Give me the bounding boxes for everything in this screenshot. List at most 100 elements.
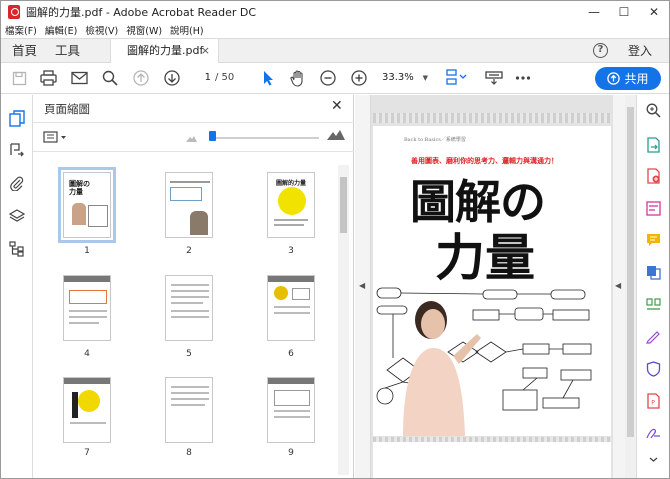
menu-view[interactable]: 檢視(V) — [85, 23, 118, 37]
thumbnail-label: 6 — [288, 349, 294, 359]
panel-options-bar — [33, 122, 354, 152]
close-tab-button[interactable]: × — [201, 39, 210, 63]
read-mode-icon[interactable] — [483, 69, 505, 87]
bookmarks-icon[interactable] — [9, 142, 25, 158]
share-label: 共用 — [624, 72, 649, 86]
previous-page-icon[interactable] — [132, 69, 150, 87]
document-scrollbar[interactable] — [625, 95, 636, 478]
document-tab-label: 圖解的力量.pdf — [127, 44, 204, 57]
thumbnail-page-9[interactable] — [267, 377, 315, 443]
help-icon[interactable]: ? — [593, 43, 608, 58]
minimize-button[interactable]: — — [579, 1, 609, 22]
thumbnail-page-4[interactable] — [63, 275, 111, 341]
cover-title-line-2: 力量 — [435, 229, 535, 287]
thumbnail-label: 4 — [84, 349, 90, 359]
save-icon[interactable] — [10, 69, 28, 87]
structure-tree-icon[interactable] — [9, 241, 25, 257]
panel-title: 頁面縮圖 — [44, 102, 90, 116]
tab-tools[interactable]: 工具 — [55, 39, 80, 63]
thumbnail-page-1[interactable]: 圖解の 力量 — [58, 167, 116, 243]
thumbnail-page-2[interactable] — [165, 172, 213, 238]
thumbnail-page-6[interactable] — [267, 275, 315, 341]
thumbnail-label: 2 — [186, 246, 192, 256]
thumbnail-options-icon[interactable] — [43, 130, 69, 147]
thumbnail-page-3[interactable]: 圖解的力量 — [267, 172, 315, 238]
zoom-out-icon[interactable] — [319, 69, 337, 87]
page-display-icon[interactable] — [444, 69, 468, 87]
page-number-input[interactable]: 1 — [194, 70, 211, 86]
login-button[interactable]: 登入 — [628, 39, 652, 63]
cover-illustration — [376, 287, 592, 436]
scrollbar-thumb[interactable] — [340, 177, 347, 233]
thumbnail-label: 8 — [186, 448, 192, 458]
zoom-in-icon[interactable] — [350, 69, 368, 87]
thumbnail-page-5[interactable] — [165, 275, 213, 341]
zoom-level-dropdown[interactable]: 33.3% ▼ — [382, 70, 430, 86]
request-signature-icon[interactable] — [646, 425, 661, 440]
more-tools-chevron-icon[interactable] — [646, 452, 661, 467]
smaller-thumbnails-icon[interactable] — [186, 132, 197, 145]
thumbnail-page-7[interactable] — [63, 377, 111, 443]
protect-icon[interactable] — [646, 361, 661, 377]
thumbnail-page-8[interactable] — [165, 377, 213, 443]
right-panel-handle[interactable]: ◀ — [613, 95, 625, 478]
collapse-panel-handle[interactable]: ◀ — [355, 95, 371, 478]
compress-pdf-icon[interactable]: P — [646, 393, 661, 409]
hand-tool-icon[interactable] — [289, 69, 307, 87]
next-page-icon[interactable] — [163, 69, 181, 87]
thumbnail-panel-scrollbar[interactable] — [338, 165, 349, 475]
more-tools-icon[interactable] — [514, 69, 532, 87]
tab-row: 首頁 工具 圖解的力量.pdf × ? 登入 — [1, 38, 669, 64]
menu-file[interactable]: 檔案(F) — [5, 23, 37, 37]
tab-document[interactable]: 圖解的力量.pdf × — [110, 39, 219, 64]
close-panel-button[interactable]: ✕ — [331, 98, 343, 114]
page-total-label: / 50 — [215, 72, 235, 83]
cover-subtitle: 善用圖表、磨利你的思考力、邏輯力與溝通力！ — [411, 157, 558, 165]
chevron-left-icon: ◀ — [359, 281, 366, 290]
attachments-icon[interactable] — [9, 175, 25, 192]
find-search-icon[interactable] — [101, 69, 119, 87]
comment-icon[interactable] — [646, 233, 661, 248]
thumbnail-label: 9 — [288, 448, 294, 458]
app-window: 圖解的力量.pdf - Adobe Acrobat Reader DC — ☐ … — [0, 0, 670, 479]
thumbnail-label: 5 — [186, 349, 192, 359]
thumbnail-label: 1 — [84, 246, 90, 256]
select-cursor-icon[interactable] — [259, 69, 277, 87]
menu-window[interactable]: 視窗(W) — [126, 23, 162, 37]
tab-home[interactable]: 首頁 — [12, 39, 37, 63]
export-pdf-icon[interactable] — [646, 137, 661, 153]
pdf-page-2-preview — [373, 442, 611, 478]
page-gap — [373, 113, 611, 123]
share-icon — [607, 72, 621, 85]
edit-pdf-icon[interactable] — [646, 201, 661, 216]
organize-pages-icon[interactable] — [646, 297, 661, 312]
scrollbar-thumb[interactable] — [627, 107, 634, 437]
title-bar: 圖解的力量.pdf - Adobe Acrobat Reader DC — ☐ … — [1, 1, 669, 22]
page-thumbnails-panel: 頁面縮圖 ✕ 圖解の 力量 1 2 圖解的力量 3 4 5 6 7 8 9 — [33, 95, 354, 478]
print-icon[interactable] — [39, 69, 57, 87]
share-button[interactable]: 共用 — [595, 67, 661, 90]
email-icon[interactable] — [70, 69, 88, 87]
pdf-page-1: Back to Basics／系統學習 善用圖表、磨利你的思考力、邏輯力與溝通力… — [373, 126, 611, 436]
zoom-search-icon[interactable] — [646, 103, 661, 118]
svg-text:P: P — [651, 400, 655, 407]
chevron-left-icon: ◀ — [615, 281, 622, 290]
larger-thumbnails-icon[interactable] — [327, 128, 345, 143]
menu-help[interactable]: 說明(H) — [170, 23, 204, 37]
close-window-button[interactable]: ✕ — [639, 1, 669, 22]
menu-edit[interactable]: 編輯(E) — [45, 23, 77, 37]
page-thumbnails-icon[interactable] — [9, 110, 25, 127]
thumbnail-label: 7 — [84, 448, 90, 458]
main-toolbar: 1 / 50 33.3% ▼ 共用 — [1, 63, 669, 94]
maximize-button[interactable]: ☐ — [609, 1, 639, 22]
combine-files-icon[interactable] — [646, 265, 661, 280]
zoom-level-value: 33.3% — [382, 72, 414, 83]
thumbnail-label: 3 — [288, 246, 294, 256]
menu-bar: 檔案(F) 編輯(E) 檢視(V) 視窗(W) 說明(H) — [1, 22, 669, 37]
thumbnail-size-slider-knob[interactable] — [209, 131, 216, 141]
acrobat-app-icon — [8, 4, 20, 19]
layers-icon[interactable] — [8, 208, 26, 224]
create-pdf-icon[interactable] — [646, 168, 661, 184]
fill-sign-icon[interactable] — [646, 329, 661, 344]
thumbnail-size-slider-track[interactable] — [211, 137, 319, 139]
